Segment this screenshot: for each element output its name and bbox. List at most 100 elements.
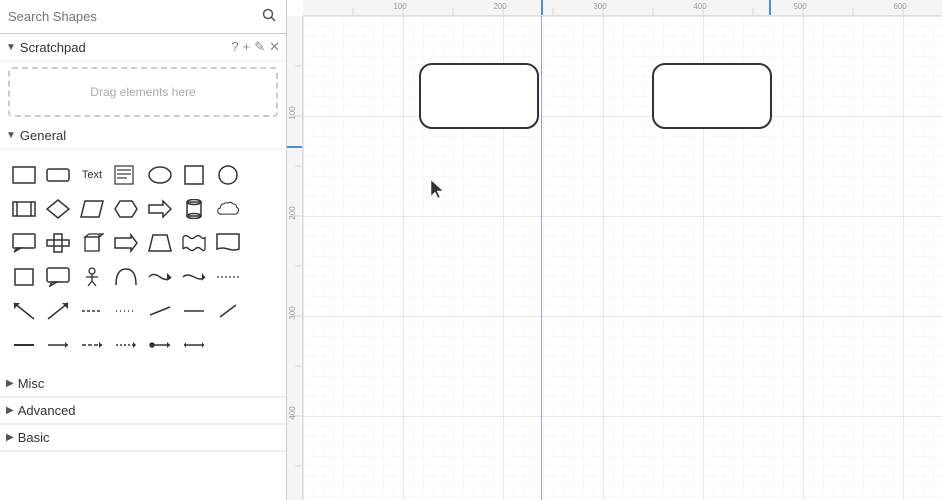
- basic-section: ▶ Basic: [0, 425, 286, 452]
- shape-parallelogram[interactable]: [76, 193, 108, 225]
- grid-canvas[interactable]: [303, 16, 942, 500]
- shape-wave[interactable]: [178, 227, 210, 259]
- shape-square[interactable]: [178, 159, 210, 191]
- shape-cross[interactable]: [42, 227, 74, 259]
- grid-background: [303, 16, 942, 500]
- shape-ellipse[interactable]: [144, 159, 176, 191]
- scratchpad-dropzone: Drag elements here: [8, 67, 278, 117]
- shape-speech-bubble[interactable]: [42, 261, 74, 293]
- scratchpad-close-btn[interactable]: ✕: [269, 39, 280, 55]
- scratchpad-edit-btn[interactable]: ✎: [254, 39, 265, 55]
- shape-empty7: [246, 329, 278, 361]
- shape-rectangle[interactable]: [8, 159, 40, 191]
- svg-text:400: 400: [693, 2, 707, 11]
- svg-text:200: 200: [493, 2, 507, 11]
- shape-circle[interactable]: [212, 159, 244, 191]
- shape-arrow-upleft[interactable]: [8, 295, 40, 327]
- ruler-marker2: [769, 0, 771, 15]
- basic-header[interactable]: ▶ Basic: [0, 425, 286, 451]
- svg-text:500: 500: [793, 2, 807, 11]
- shape-empty3: [246, 227, 278, 259]
- shape-cloud[interactable]: [212, 193, 244, 225]
- misc-arrow: ▶: [6, 378, 14, 389]
- misc-section: ▶ Misc: [0, 371, 286, 398]
- shape-note[interactable]: [110, 159, 142, 191]
- guide-line-v: [541, 16, 542, 500]
- canvas-shape-2[interactable]: [651, 62, 773, 130]
- shape-arc[interactable]: [110, 261, 142, 293]
- shape-arrow-body[interactable]: [144, 261, 176, 293]
- search-button[interactable]: [260, 6, 278, 27]
- shape-connector4[interactable]: [144, 329, 176, 361]
- shape-connector2[interactable]: [76, 329, 108, 361]
- shape-hexagon[interactable]: [110, 193, 142, 225]
- shape-curved-arrow[interactable]: [178, 261, 210, 293]
- scratchpad-arrow: ▼: [6, 42, 16, 53]
- canvas-shape-1-svg: [418, 62, 540, 130]
- scratchpad-drag-label: Drag elements here: [90, 85, 195, 99]
- scratchpad-actions: ? + ✎ ✕: [231, 39, 280, 55]
- shape-line-h[interactable]: [178, 295, 210, 327]
- shape-dotted-line[interactable]: [110, 295, 142, 327]
- basic-arrow: ▶: [6, 432, 14, 443]
- shape-person[interactable]: [76, 261, 108, 293]
- shape-empty4: [246, 261, 278, 293]
- search-bar: [0, 0, 286, 34]
- ruler-top-svg: 100 200 300 400 500 600: [303, 0, 942, 16]
- general-arrow: ▼: [6, 130, 16, 141]
- general-header[interactable]: ▼ General: [0, 123, 286, 149]
- shape-rectangle-rounded-small[interactable]: [42, 159, 74, 191]
- search-icon: [262, 8, 276, 22]
- shape-diamond[interactable]: [42, 193, 74, 225]
- shape-callout[interactable]: [8, 227, 40, 259]
- search-input[interactable]: [8, 9, 256, 24]
- shape-line-diag[interactable]: [212, 295, 244, 327]
- shape-dashed-line[interactable]: [76, 295, 108, 327]
- scratchpad-label: Scratchpad: [20, 40, 86, 55]
- shape-text[interactable]: Text: [76, 159, 108, 191]
- svg-text:300: 300: [288, 306, 297, 320]
- shape-arrow-process[interactable]: [110, 227, 142, 259]
- scratchpad-header[interactable]: ▼ Scratchpad ? + ✎ ✕: [0, 34, 286, 61]
- shape-square-sm[interactable]: [8, 261, 40, 293]
- misc-label: Misc: [18, 376, 45, 391]
- shapes-grid: Text: [0, 153, 286, 367]
- advanced-section: ▶ Advanced: [0, 398, 286, 425]
- general-label: General: [20, 128, 66, 143]
- advanced-arrow: ▶: [6, 405, 14, 416]
- misc-header[interactable]: ▶ Misc: [0, 371, 286, 397]
- scratchpad-add-btn[interactable]: +: [243, 39, 251, 55]
- ruler-left: 100 200 300 400: [287, 16, 303, 500]
- shape-arrow-upright[interactable]: [42, 295, 74, 327]
- svg-text:300: 300: [593, 2, 607, 11]
- canvas-area[interactable]: 100 200 300 400 500 600 100: [287, 0, 942, 500]
- ruler-left-svg: 100 200 300 400: [287, 16, 303, 500]
- scratchpad-help-btn[interactable]: ?: [231, 39, 238, 55]
- shape-connector5[interactable]: [178, 329, 210, 361]
- shape-line[interactable]: [144, 295, 176, 327]
- shape-connector3[interactable]: [110, 329, 142, 361]
- shape-document[interactable]: [212, 227, 244, 259]
- shape-trapezoid[interactable]: [144, 227, 176, 259]
- shape-empty6: [212, 329, 244, 361]
- shape-empty5: [246, 295, 278, 327]
- shape-empty: [246, 159, 278, 191]
- shape-cube[interactable]: [76, 227, 108, 259]
- svg-text:600: 600: [893, 2, 907, 11]
- shape-cylinder[interactable]: [178, 193, 210, 225]
- svg-text:100: 100: [288, 106, 297, 120]
- general-content: Text: [0, 149, 286, 371]
- canvas-shape-2-svg: [651, 62, 773, 130]
- shape-text-label: Text: [82, 169, 102, 181]
- svg-text:200: 200: [288, 206, 297, 220]
- shape-line-solid[interactable]: [8, 329, 40, 361]
- advanced-header[interactable]: ▶ Advanced: [0, 398, 286, 424]
- shape-connector1[interactable]: [42, 329, 74, 361]
- shape-process[interactable]: [8, 193, 40, 225]
- advanced-label: Advanced: [18, 403, 76, 418]
- left-panel: ▼ Scratchpad ? + ✎ ✕ Drag elements here …: [0, 0, 287, 500]
- svg-text:100: 100: [393, 2, 407, 11]
- shape-arrow-right[interactable]: [144, 193, 176, 225]
- canvas-shape-1[interactable]: [418, 62, 540, 130]
- shape-zigzag[interactable]: [212, 261, 244, 293]
